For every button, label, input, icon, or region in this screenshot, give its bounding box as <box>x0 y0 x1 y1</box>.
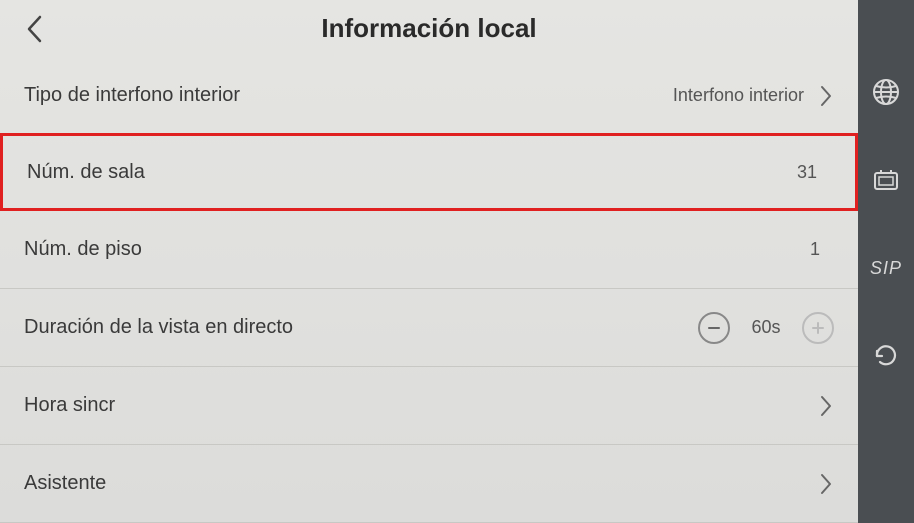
chevron-right-icon <box>818 472 834 496</box>
sidebar-item-network[interactable] <box>866 72 906 112</box>
row-intercom-type[interactable]: Tipo de interfono interior Interfono int… <box>0 57 858 135</box>
increase-button[interactable] <box>802 312 834 344</box>
chevron-left-icon <box>26 15 44 43</box>
row-assistant[interactable]: Asistente <box>0 445 858 523</box>
sidebar-item-device[interactable] <box>866 160 906 200</box>
duration-stepper: 60s <box>698 312 834 344</box>
row-label: Núm. de piso <box>24 238 810 261</box>
plus-icon <box>810 320 826 336</box>
decrease-button[interactable] <box>698 312 730 344</box>
row-sync-time[interactable]: Hora sincr <box>0 367 858 445</box>
chevron-right-icon <box>818 84 834 108</box>
row-value: Interfono interior <box>673 85 804 106</box>
row-label: Tipo de interfono interior <box>24 84 673 107</box>
refresh-icon <box>871 341 901 371</box>
stepper-value: 60s <box>748 317 784 338</box>
globe-icon <box>871 77 901 107</box>
page-title: Información local <box>50 13 808 44</box>
back-button[interactable] <box>20 14 50 44</box>
device-icon <box>871 165 901 195</box>
row-label: Duración de la vista en directo <box>24 316 698 339</box>
row-label: Núm. de sala <box>27 161 797 184</box>
settings-list: Tipo de interfono interior Interfono int… <box>0 57 858 523</box>
row-floor-number[interactable]: Núm. de piso 1 <box>0 211 858 289</box>
row-value: 31 <box>797 162 817 183</box>
row-live-view-duration: Duración de la vista en directo 60s <box>0 289 858 367</box>
row-value: 1 <box>810 239 820 260</box>
row-label: Asistente <box>24 472 818 495</box>
header: Información local <box>0 0 858 57</box>
sidebar-item-sip[interactable]: SIP <box>866 248 906 288</box>
row-label: Hora sincr <box>24 394 818 417</box>
sip-label: SIP <box>870 258 902 279</box>
row-room-number[interactable]: Núm. de sala 31 <box>0 133 858 211</box>
sidebar: SIP <box>858 0 914 523</box>
sidebar-item-refresh[interactable] <box>866 336 906 376</box>
main-panel: Información local Tipo de interfono inte… <box>0 0 858 523</box>
minus-icon <box>706 320 722 336</box>
chevron-right-icon <box>818 394 834 418</box>
